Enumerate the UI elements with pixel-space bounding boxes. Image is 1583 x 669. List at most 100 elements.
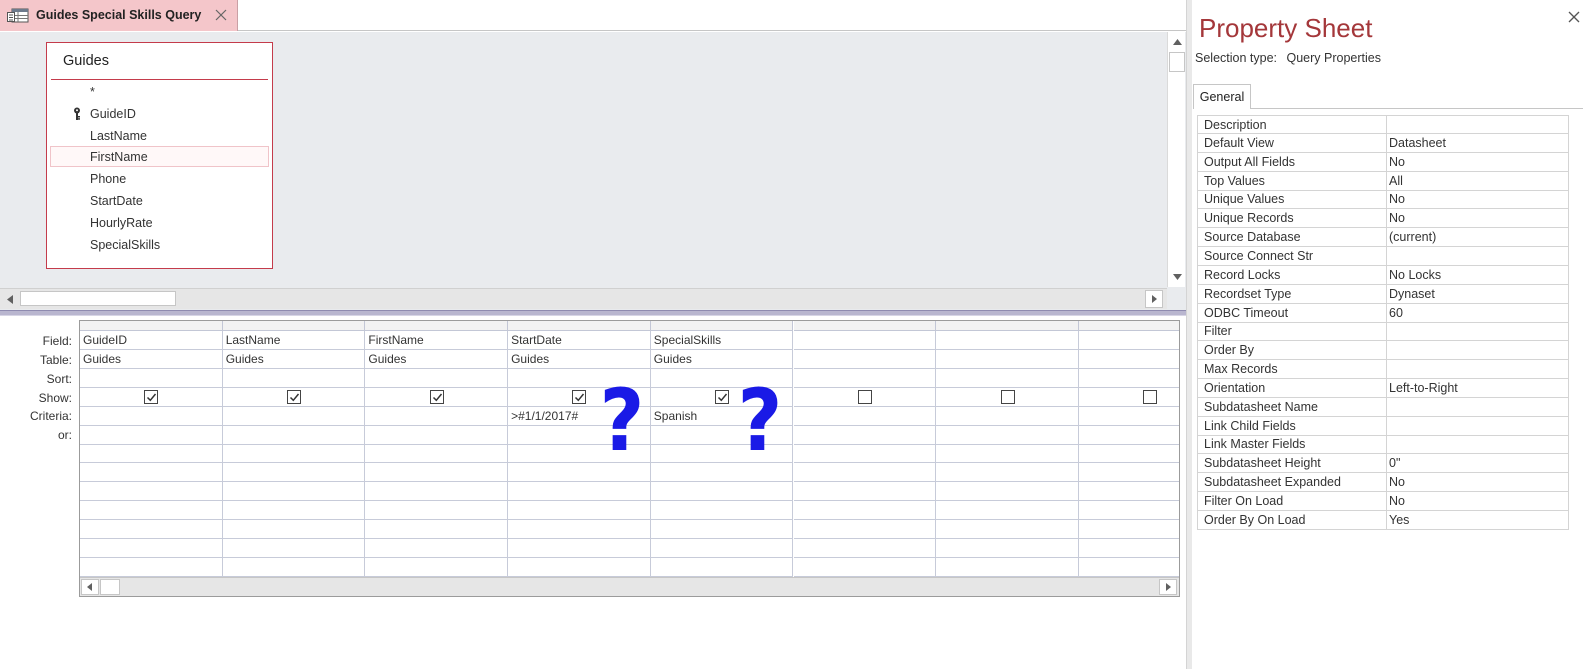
property-row[interactable]: Default View Datasheet xyxy=(1197,133,1569,153)
grid-empty-cell[interactable] xyxy=(222,557,366,577)
column-selector[interactable] xyxy=(80,321,223,331)
column-selector[interactable] xyxy=(222,321,366,331)
grid-empty-cell[interactable] xyxy=(365,557,509,577)
horizontal-scroll-thumb[interactable] xyxy=(20,291,176,306)
field-item[interactable]: * xyxy=(50,81,269,102)
grid-or-cell[interactable] xyxy=(80,425,223,445)
grid-or-cell[interactable] xyxy=(365,425,509,445)
property-value-field[interactable]: No xyxy=(1387,209,1569,229)
grid-empty-cell[interactable] xyxy=(222,501,366,521)
property-value-field[interactable]: All xyxy=(1387,171,1569,191)
query-document-tab[interactable]: Guides Special Skills Query xyxy=(0,0,238,31)
property-row[interactable]: Order By On Load Yes xyxy=(1197,510,1569,530)
property-value-field[interactable]: (current) xyxy=(1387,228,1569,248)
grid-empty-cell[interactable] xyxy=(936,501,1079,521)
grid-table-cell[interactable]: Guides xyxy=(80,349,223,369)
grid-empty-cell[interactable] xyxy=(508,538,651,558)
grid-field-cell[interactable] xyxy=(936,331,1079,350)
grid-empty-cell[interactable] xyxy=(1078,501,1179,521)
property-row[interactable]: Source Connect Str xyxy=(1197,246,1569,266)
grid-show-cell[interactable] xyxy=(793,387,937,407)
property-value-field[interactable]: No xyxy=(1387,492,1569,511)
grid-empty-cell[interactable] xyxy=(1078,520,1179,539)
scroll-up-arrow-icon[interactable] xyxy=(1169,34,1185,50)
grid-criteria-cell[interactable] xyxy=(222,406,366,426)
grid-sort-cell[interactable] xyxy=(222,368,366,388)
show-checkbox[interactable] xyxy=(144,389,159,404)
grid-empty-cell[interactable] xyxy=(80,482,223,502)
property-row[interactable]: Description xyxy=(1197,115,1569,135)
grid-field-cell[interactable] xyxy=(793,331,937,350)
table-pane-horizontal-scrollbar[interactable] xyxy=(0,288,1167,309)
grid-empty-cell[interactable] xyxy=(80,444,223,464)
property-row[interactable]: Order By xyxy=(1197,341,1569,361)
grid-show-cell[interactable] xyxy=(936,387,1079,407)
grid-show-cell[interactable] xyxy=(222,387,366,407)
grid-empty-cell[interactable] xyxy=(365,444,509,464)
grid-empty-cell[interactable] xyxy=(222,520,366,539)
grid-empty-cell[interactable] xyxy=(508,520,651,539)
grid-empty-cell[interactable] xyxy=(1078,558,1179,577)
property-row[interactable]: Link Child Fields xyxy=(1197,416,1569,436)
guides-field-list[interactable]: Guides * GuideID LastName FirstName Phone Sta… xyxy=(46,42,273,269)
show-checkbox[interactable] xyxy=(572,389,587,404)
scroll-down-arrow-icon[interactable] xyxy=(1169,269,1185,285)
grid-empty-cell[interactable] xyxy=(222,463,366,483)
grid-field-cell[interactable]: GuideID xyxy=(80,331,223,350)
grid-sort-cell[interactable] xyxy=(80,368,223,388)
grid-scroll-thumb[interactable] xyxy=(100,579,120,595)
grid-empty-cell[interactable] xyxy=(365,463,509,483)
grid-table-cell[interactable]: Guides xyxy=(365,349,509,369)
property-value-field[interactable]: Left-to-Right xyxy=(1387,378,1569,398)
grid-show-cell[interactable] xyxy=(80,387,223,407)
property-value-field[interactable] xyxy=(1387,246,1569,266)
property-value-field[interactable]: No xyxy=(1387,190,1569,210)
grid-empty-cell[interactable] xyxy=(1078,463,1179,483)
grid-empty-cell[interactable] xyxy=(650,520,794,539)
property-value-field[interactable] xyxy=(1387,435,1569,455)
grid-empty-cell[interactable] xyxy=(365,482,509,502)
grid-or-cell[interactable] xyxy=(936,425,1079,445)
property-value-field[interactable]: No xyxy=(1387,473,1569,493)
grid-empty-cell[interactable] xyxy=(365,520,509,539)
close-icon[interactable] xyxy=(1568,11,1580,26)
tab-general[interactable]: General xyxy=(1193,84,1251,109)
property-row[interactable]: Top Values All xyxy=(1197,171,1569,191)
grid-criteria-cell[interactable] xyxy=(1078,407,1179,426)
grid-empty-cell[interactable] xyxy=(650,501,794,521)
property-row[interactable]: Source Database (current) xyxy=(1197,228,1569,248)
grid-field-cell[interactable]: SpecialSkills xyxy=(650,331,794,350)
column-selector[interactable] xyxy=(793,321,937,331)
field-item[interactable]: LastName xyxy=(50,125,269,146)
column-selector[interactable] xyxy=(1078,321,1179,331)
grid-empty-cell[interactable] xyxy=(936,520,1079,539)
grid-empty-cell[interactable] xyxy=(936,463,1079,483)
property-row[interactable]: Unique Values No xyxy=(1197,190,1569,210)
design-grid-horizontal-scrollbar[interactable] xyxy=(80,577,1179,596)
scroll-left-arrow-icon[interactable] xyxy=(2,291,18,307)
field-item[interactable]: HourlyRate xyxy=(50,212,269,233)
grid-empty-cell[interactable] xyxy=(365,538,509,558)
column-selector[interactable] xyxy=(365,321,509,331)
grid-empty-cell[interactable] xyxy=(793,482,937,502)
vertical-scroll-thumb[interactable] xyxy=(1169,52,1185,72)
grid-empty-cell[interactable] xyxy=(508,557,651,577)
property-row[interactable]: Orientation Left-to-Right xyxy=(1197,378,1569,398)
property-row[interactable]: Max Records xyxy=(1197,360,1569,380)
query-table-pane[interactable]: Guides * GuideID LastName FirstName Phone Sta… xyxy=(0,32,1186,310)
grid-field-cell[interactable]: FirstName xyxy=(365,331,509,350)
grid-empty-cell[interactable] xyxy=(508,482,651,502)
show-checkbox[interactable] xyxy=(1143,389,1158,404)
grid-empty-cell[interactable] xyxy=(80,520,223,539)
field-item[interactable]: GuideID xyxy=(50,103,269,124)
grid-empty-cell[interactable] xyxy=(793,463,937,483)
grid-scroll-right-button[interactable] xyxy=(1159,579,1177,595)
table-pane-vertical-scrollbar[interactable] xyxy=(1167,32,1185,287)
grid-criteria-cell[interactable] xyxy=(793,406,937,426)
property-value-field[interactable] xyxy=(1387,341,1569,361)
show-checkbox[interactable] xyxy=(715,389,730,404)
property-value-field[interactable] xyxy=(1387,116,1569,135)
property-value-field[interactable] xyxy=(1387,322,1569,342)
grid-sort-cell[interactable] xyxy=(936,368,1079,388)
grid-empty-cell[interactable] xyxy=(936,557,1079,577)
